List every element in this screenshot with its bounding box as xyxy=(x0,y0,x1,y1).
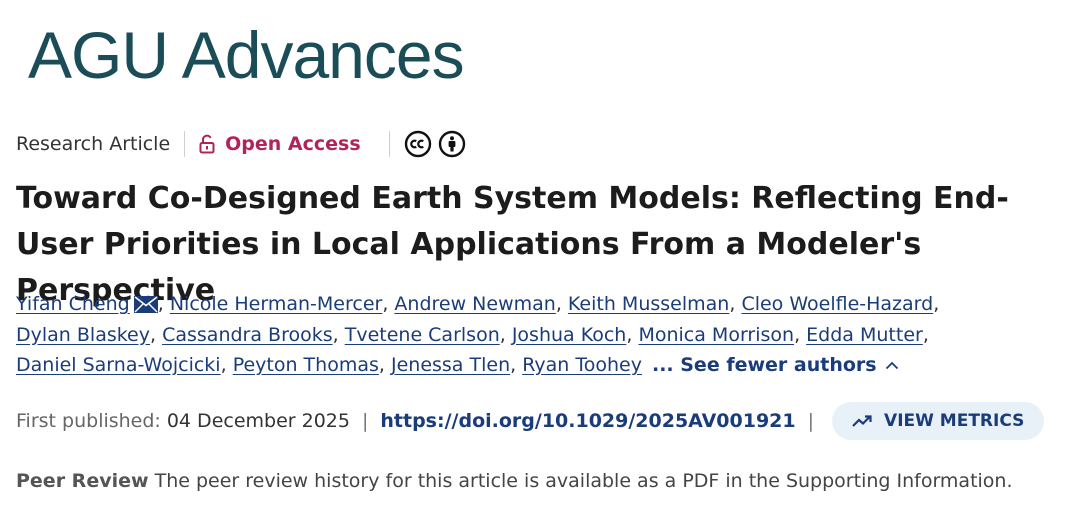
open-lock-icon xyxy=(199,134,215,154)
peer-review-text: The peer review history for this article… xyxy=(154,470,1013,492)
author-link[interactable]: Nicole Herman-Mercer xyxy=(170,293,383,315)
author-link[interactable]: Andrew Newman xyxy=(394,293,555,315)
article-type: Research Article xyxy=(16,133,171,155)
chevron-up-icon xyxy=(885,361,898,370)
creative-commons-icon[interactable] xyxy=(404,130,432,158)
license-icons[interactable] xyxy=(404,130,466,158)
article-meta: Research Article Open Access xyxy=(16,130,466,158)
divider: | xyxy=(807,410,815,432)
envelope-icon[interactable] xyxy=(133,296,158,313)
author-link[interactable]: Cleo Woelfle-Hazard xyxy=(741,293,933,315)
author-link[interactable]: Peyton Thomas xyxy=(233,354,379,376)
author-link[interactable]: Cassandra Brooks xyxy=(162,324,333,346)
journal-logo[interactable]: AGU Advances xyxy=(28,22,465,88)
peer-review-note: Peer Review The peer review history for … xyxy=(16,470,1013,492)
view-metrics-label: VIEW METRICS xyxy=(884,411,1025,431)
see-fewer-label: ... See fewer authors xyxy=(651,354,877,376)
divider xyxy=(388,131,390,157)
first-published-label: First published: xyxy=(16,410,161,432)
author-link[interactable]: Monica Morrison xyxy=(638,324,794,346)
doi-link[interactable]: https://doi.org/10.1029/2025AV001921 xyxy=(380,410,795,432)
author-link[interactable]: Keith Musselman xyxy=(568,293,729,315)
article-header: AGU Advances Research Article Open Acces… xyxy=(0,0,1080,508)
author-list: Yifan Cheng, Nicole Herman-Mercer, Andre… xyxy=(16,293,940,376)
publication-date: 04 December 2025 xyxy=(166,410,350,432)
peer-review-label: Peer Review xyxy=(16,470,149,492)
author-link[interactable]: Joshua Koch xyxy=(512,324,627,346)
publication-info: First published: 04 December 2025 | http… xyxy=(16,402,1045,440)
author-link[interactable]: Dylan Blaskey xyxy=(16,324,150,346)
author-link[interactable]: Jenessa Tlen xyxy=(391,354,510,376)
attribution-icon[interactable] xyxy=(438,130,466,158)
trend-up-icon xyxy=(852,415,872,427)
author-link[interactable]: Edda Mutter xyxy=(806,324,923,346)
author-link[interactable]: Tvetene Carlson xyxy=(345,324,500,346)
view-metrics-button[interactable]: VIEW METRICS xyxy=(832,402,1045,440)
open-access-badge[interactable]: Open Access xyxy=(199,133,361,155)
open-access-label: Open Access xyxy=(225,133,361,155)
author-link[interactable]: Daniel Sarna-Wojcicki xyxy=(16,354,221,376)
see-fewer-authors-button[interactable]: ... See fewer authors xyxy=(652,354,899,376)
author-link[interactable]: Yifan Cheng xyxy=(16,293,130,315)
divider xyxy=(184,131,186,157)
author-link[interactable]: Ryan Toohey xyxy=(522,354,642,376)
divider: | xyxy=(361,410,369,432)
